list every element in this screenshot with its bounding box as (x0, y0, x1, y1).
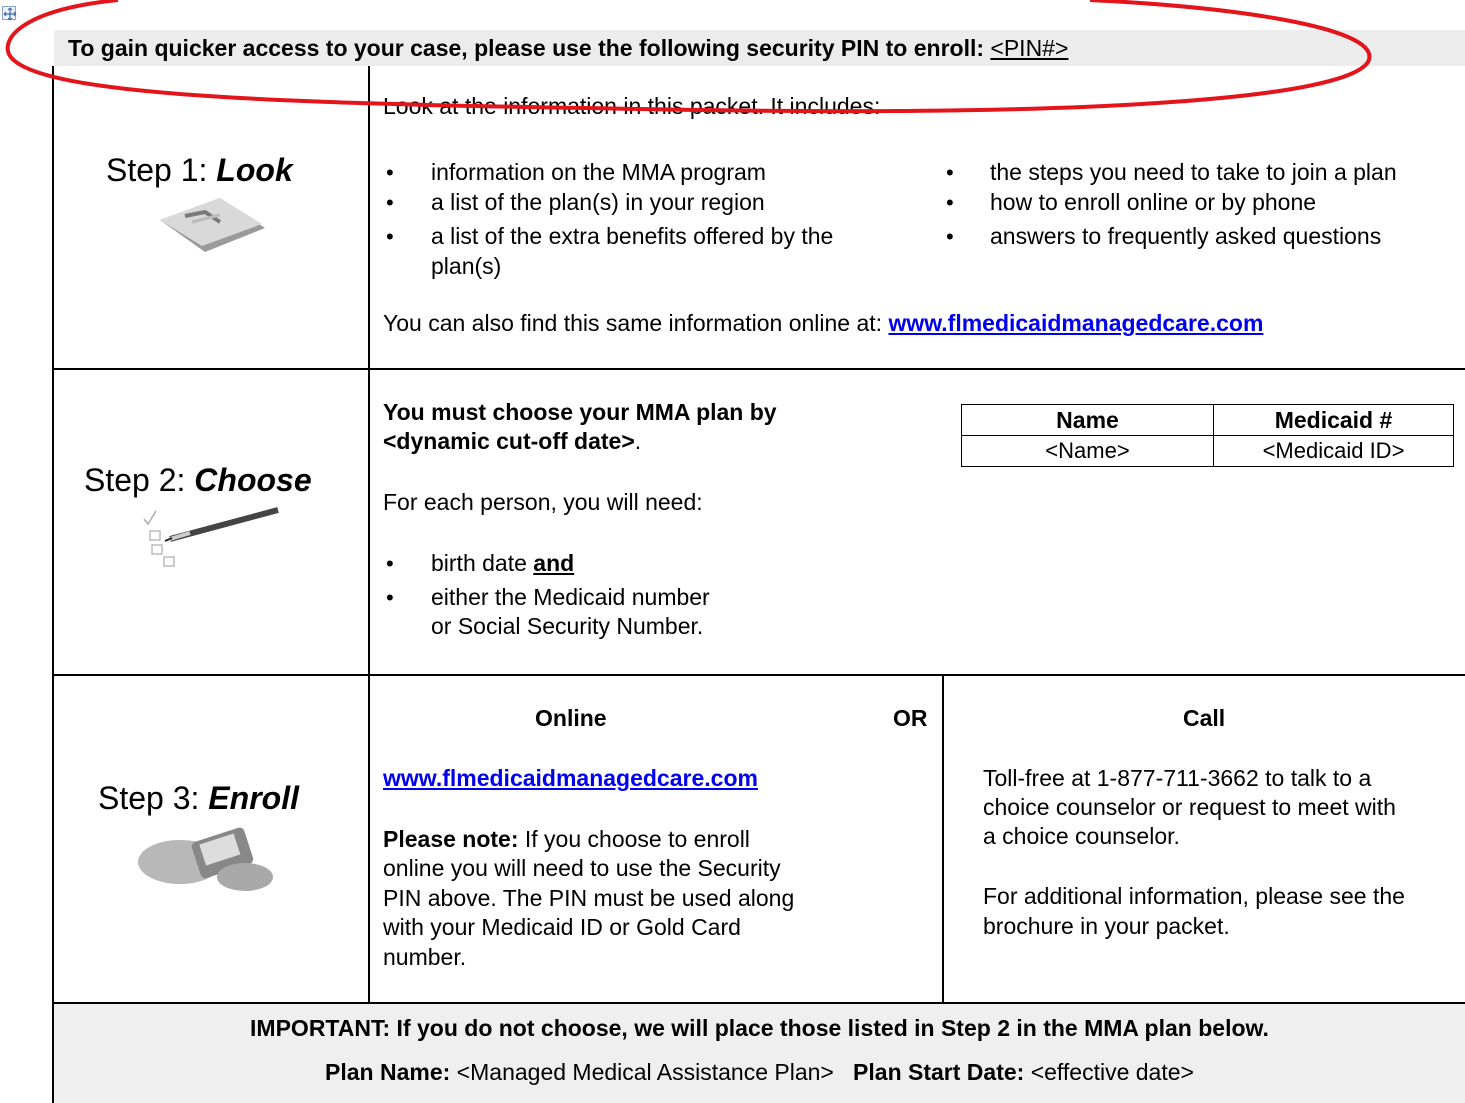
step1-website-link[interactable]: www.flmedicaidmanagedcare.com (888, 310, 1263, 336)
step1-bullet-right-1: the steps you need to take to join a pla… (990, 159, 1397, 185)
pin-banner-text: To gain quicker access to your case, ple… (68, 35, 991, 61)
name-header: Name (961, 404, 1214, 436)
info-line2: brochure in your packet. (983, 913, 1230, 939)
bullet-dot: • (386, 551, 394, 576)
step2-label: Step 2: Choose (84, 462, 312, 498)
move-icon (3, 7, 17, 21)
step2-deadline-line1: You must choose your MMA plan by (383, 399, 777, 425)
notepad-icon (160, 198, 265, 252)
step1-bullet-left-3-cont: plan(s) (431, 253, 502, 279)
call-header: Call (1183, 705, 1226, 731)
step1-bullet-left-3: a list of the extra benefits offered by … (431, 223, 834, 249)
bullet-dot: • (946, 224, 954, 249)
important-line: IMPORTANT: If you do not choose, we will… (250, 1015, 1269, 1041)
info-line1: For additional information, please see t… (983, 883, 1405, 909)
name-medicaid-table: Name Medicaid # <Name> <Medicaid ID> (961, 404, 1454, 467)
call-line2: choice counselor or request to meet with (983, 794, 1396, 820)
step2-bullet-1: birth date and (431, 550, 575, 576)
step2-bullet-2: either the Medicaid number (431, 584, 710, 610)
pin-placeholder: <PIN#> (990, 35, 1069, 61)
step3-note-line5: number. (383, 944, 467, 970)
medicaid-id-cell: <Medicaid ID> (1213, 435, 1454, 467)
plan-info-line: Plan Name: <Managed Medical Assistance P… (325, 1059, 1194, 1085)
step1-bullet-right-3: answers to frequently asked questions (990, 223, 1382, 249)
medicaid-header: Medicaid # (1213, 404, 1454, 436)
step2-need-text: For each person, you will need: (383, 489, 703, 515)
checklist-pen-icon (143, 507, 279, 567)
step3-website-link[interactable]: www.flmedicaidmanagedcare.com (383, 764, 758, 793)
table-border-left (52, 66, 54, 1103)
table-divider-row1 (52, 368, 1465, 370)
step1-label: Step 1: Look (106, 152, 293, 188)
call-line3: a choice counselor. (983, 823, 1180, 849)
bullet-dot: • (946, 160, 954, 185)
bullet-dot: • (386, 160, 394, 185)
step3-note-line1: Please note: If you choose to enroll (383, 826, 750, 852)
step3-note-line2: online you will need to use the Security (383, 855, 781, 881)
phone-hand-icon (138, 827, 273, 891)
step1-bullet-left-2: a list of the plan(s) in your region (431, 189, 765, 215)
name-cell: <Name> (961, 435, 1214, 467)
pin-banner: To gain quicker access to your case, ple… (68, 35, 1068, 62)
table-divider-col1 (368, 66, 370, 1004)
step1-bullet-left-1: information on the MMA program (431, 159, 766, 185)
step1-online-line: You can also find this same information … (383, 310, 1264, 336)
step3-note-line4: with your Medicaid ID or Gold Card (383, 914, 741, 940)
table-move-handle[interactable] (2, 6, 17, 21)
step2-bullet-2-cont: or Social Security Number. (431, 613, 704, 639)
bullet-dot: • (946, 190, 954, 215)
step2-deadline-line2: <dynamic cut-off date>. (383, 428, 642, 454)
table-divider-step3 (942, 676, 944, 1004)
step3-label: Step 3: Enroll (98, 780, 299, 816)
bullet-dot: • (386, 224, 394, 249)
or-label: OR (893, 705, 928, 731)
table-divider-row2 (52, 674, 1465, 676)
step3-note-line3: PIN above. The PIN must be used along (383, 885, 795, 911)
bullet-dot: • (386, 585, 394, 610)
online-header: Online (535, 705, 607, 731)
bullet-dot: • (386, 190, 394, 215)
step1-intro: Look at the information in this packet. … (383, 93, 881, 119)
step1-bullet-right-2: how to enroll online or by phone (990, 189, 1317, 215)
call-line1: Toll-free at 1-877-711-3662 to talk to a (983, 765, 1372, 791)
